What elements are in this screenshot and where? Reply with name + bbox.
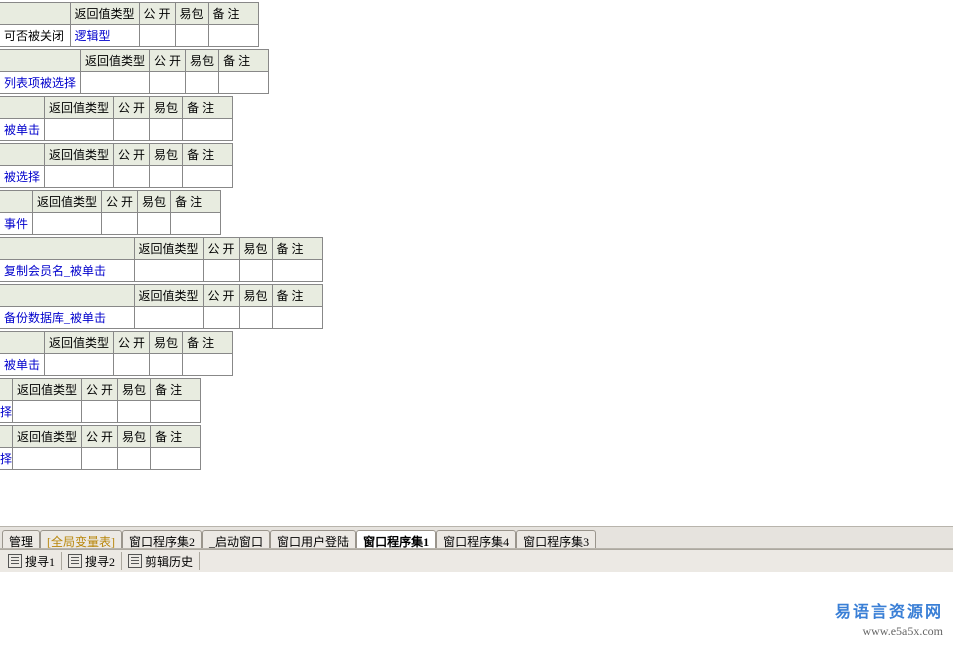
def-block-10: 返回值类型 公 开 易包 备 注 择 bbox=[0, 425, 201, 470]
list-icon bbox=[8, 554, 22, 568]
row-name-link[interactable]: 备份数据库_被单击 bbox=[4, 311, 106, 325]
row-name: 可否被关闭 bbox=[4, 29, 64, 43]
tab-winproc-4[interactable]: 窗口程序集4 bbox=[436, 530, 516, 548]
data-row: 备份数据库_被单击 bbox=[0, 307, 322, 329]
toolbar-separator bbox=[121, 552, 122, 570]
data-row: 复制会员名_被单击 bbox=[0, 260, 322, 282]
row-name-link[interactable]: 被选择 bbox=[4, 170, 40, 184]
module-tab-strip: 管理 [全局变量表] 窗口程序集2 _启动窗口 窗口用户登陆 窗口程序集1 窗口… bbox=[0, 526, 953, 549]
header-row: 返回值类型 公 开 易包 备 注 bbox=[0, 97, 233, 119]
header-row: 返回值类型 公 开 易包 备 注 bbox=[0, 3, 258, 25]
def-block-5: 返回值类型 公 开 易包 备 注 事件 bbox=[0, 190, 221, 235]
data-row: 可否被关闭 逻辑型 bbox=[0, 25, 258, 47]
header-row: 返回值类型 公 开 易包 备 注 bbox=[0, 238, 322, 260]
toolbar-search-2-label: 搜寻2 bbox=[85, 553, 115, 570]
col-public: 公 开 bbox=[144, 7, 171, 21]
col-note: 备 注 bbox=[213, 7, 240, 21]
def-block-4: 返回值类型 公 开 易包 备 注 被选择 bbox=[0, 143, 233, 188]
row-name-link[interactable]: 被单击 bbox=[4, 358, 40, 372]
toolbar-clip-history[interactable]: 剪辑历史 bbox=[123, 550, 198, 572]
toolbar-search-2[interactable]: 搜寻2 bbox=[63, 550, 120, 572]
def-block-6: 返回值类型 公 开 易包 备 注 复制会员名_被单击 bbox=[0, 237, 323, 282]
header-row: 返回值类型 公 开 易包 备 注 bbox=[0, 379, 201, 401]
data-row: 列表项被选择 bbox=[0, 72, 269, 94]
list-icon bbox=[128, 554, 142, 568]
watermark-title: 易语言资源网 bbox=[835, 598, 943, 622]
def-block-2: 返回值类型 公 开 易包 备 注 列表项被选择 bbox=[0, 49, 269, 94]
tab-user-login[interactable]: 窗口用户登陆 bbox=[270, 530, 356, 548]
header-row: 返回值类型 公 开 易包 备 注 bbox=[0, 332, 233, 354]
site-watermark: 易语言资源网 www.e5a5x.com bbox=[835, 598, 943, 639]
def-block-7: 返回值类型 公 开 易包 备 注 备份数据库_被单击 bbox=[0, 284, 323, 329]
row-name-link[interactable]: 被单击 bbox=[4, 123, 40, 137]
toolbar-separator bbox=[199, 552, 200, 570]
watermark-url: www.e5a5x.com bbox=[835, 624, 943, 639]
toolbar-search-1-label: 搜寻1 bbox=[25, 553, 55, 570]
header-row: 返回值类型 公 开 易包 备 注 bbox=[0, 50, 269, 72]
toolbar-separator bbox=[61, 552, 62, 570]
row-name-link[interactable]: 列表项被选择 bbox=[4, 76, 76, 90]
tab-manage[interactable]: 管理 bbox=[2, 530, 40, 548]
data-row: 被单击 bbox=[0, 354, 233, 376]
def-block-8: 返回值类型 公 开 易包 备 注 被单击 bbox=[0, 331, 233, 376]
col-return-type: 返回值类型 bbox=[75, 7, 135, 21]
toolbar-search-1[interactable]: 搜寻1 bbox=[3, 550, 60, 572]
tab-winproc-2[interactable]: 窗口程序集2 bbox=[122, 530, 202, 548]
def-block-1: 返回值类型 公 开 易包 备 注 可否被关闭 逻辑型 bbox=[0, 2, 259, 47]
toolbar-clip-label: 剪辑历史 bbox=[145, 553, 193, 570]
row-name-link[interactable]: 择 bbox=[0, 452, 12, 466]
tab-start-window[interactable]: _启动窗口 bbox=[202, 530, 270, 548]
header-row: 返回值类型 公 开 易包 备 注 bbox=[0, 144, 233, 166]
data-row: 事件 bbox=[0, 213, 221, 235]
row-name-link[interactable]: 复制会员名_被单击 bbox=[4, 264, 106, 278]
data-row: 被选择 bbox=[0, 166, 233, 188]
data-row: 择 bbox=[0, 448, 201, 470]
data-row: 被单击 bbox=[0, 119, 233, 141]
col-easy-pkg: 易包 bbox=[180, 7, 204, 21]
tables-area: 返回值类型 公 开 易包 备 注 可否被关闭 逻辑型 返回值类型 公 开 易包 … bbox=[0, 0, 953, 470]
data-row: 择 bbox=[0, 401, 201, 423]
def-block-3: 返回值类型 公 开 易包 备 注 被单击 bbox=[0, 96, 233, 141]
search-toolbar: 搜寻1 搜寻2 剪辑历史 bbox=[0, 549, 953, 573]
tab-winproc-3[interactable]: 窗口程序集3 bbox=[516, 530, 596, 548]
header-row: 返回值类型 公 开 易包 备 注 bbox=[0, 426, 201, 448]
def-block-9: 返回值类型 公 开 易包 备 注 择 bbox=[0, 378, 201, 423]
header-row: 返回值类型 公 开 易包 备 注 bbox=[0, 191, 221, 213]
return-type-link[interactable]: 逻辑型 bbox=[75, 29, 111, 43]
row-name-link[interactable]: 事件 bbox=[4, 217, 28, 231]
tab-global-vars[interactable]: [全局变量表] bbox=[40, 530, 122, 548]
tab-winproc-1[interactable]: 窗口程序集1 bbox=[356, 530, 436, 548]
row-name-link[interactable]: 择 bbox=[0, 405, 12, 419]
header-row: 返回值类型 公 开 易包 备 注 bbox=[0, 285, 322, 307]
list-icon bbox=[68, 554, 82, 568]
